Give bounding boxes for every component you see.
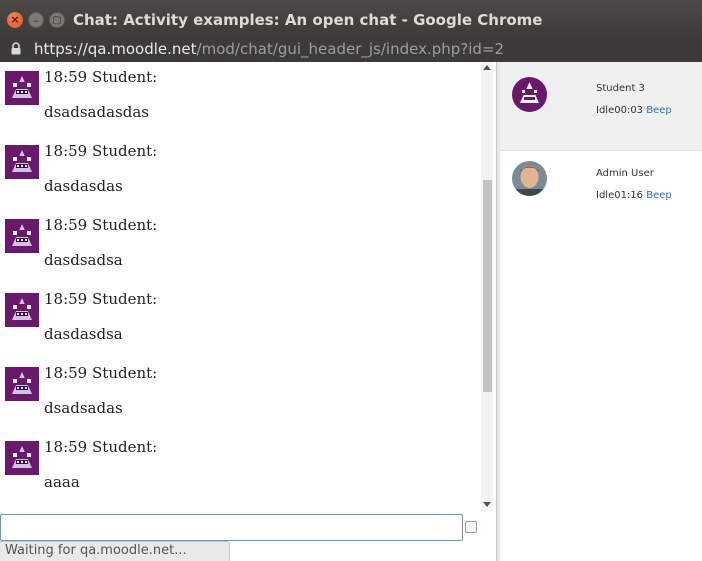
message-header: 18:59 Student:: [44, 142, 157, 160]
message-list: 18:59 Student: dsadsadasdas 18:59 Student:…: [0, 62, 480, 511]
message-text: dasdsadsa: [44, 251, 123, 269]
message-time: 18:59: [44, 438, 88, 456]
user-status: Idle00:03 Beep: [596, 105, 672, 116]
message-text: dsadsadasdas: [44, 103, 149, 121]
lock-icon: [11, 42, 21, 55]
student-avatar: [5, 219, 39, 253]
scroll-down-arrow[interactable]: [483, 502, 491, 507]
chat-message: 18:59 Student: dasdasdas: [5, 142, 475, 219]
chat-message: 18:59 Student: dasdsadsa: [5, 216, 475, 293]
student-avatar: [5, 145, 39, 179]
student-avatar: [5, 293, 39, 327]
message-header: 18:59 Student:: [44, 68, 157, 86]
users-pane: Student 3 Idle00:03 Beep Admin User Idle…: [500, 62, 702, 561]
user-list-item: Admin User Idle01:16 Beep: [500, 151, 702, 236]
chat-message: 18:59 Student: aaaa: [5, 438, 475, 511]
chat-message: 18:59 Student: dsadsadasdas: [5, 68, 475, 145]
message-sender: Student:: [92, 216, 158, 234]
message-time: 18:59: [44, 68, 88, 86]
message-header: 18:59 Student:: [44, 290, 157, 308]
message-header: 18:59 Student:: [44, 216, 157, 234]
url-host: https://qa.moodle.net: [34, 40, 197, 58]
maximize-window-button[interactable]: ▢: [49, 12, 65, 28]
user-avatar: [512, 77, 547, 112]
user-list-item: Student 3 Idle00:03 Beep: [500, 62, 702, 151]
message-text: dsadsadas: [44, 399, 123, 417]
user-avatar: [512, 161, 547, 196]
user-name: Admin User: [596, 168, 654, 179]
close-window-button[interactable]: ×: [7, 12, 23, 28]
chat-message: 18:59 Student: dsadsadas: [5, 364, 475, 441]
message-input[interactable]: [0, 514, 463, 541]
student-avatar: [5, 367, 39, 401]
message-sender: Student:: [92, 290, 158, 308]
message-time: 18:59: [44, 290, 88, 308]
window-titlebar: × – ▢ Chat: Activity examples: An open c…: [0, 0, 702, 38]
message-sender: Student:: [92, 364, 158, 382]
student-avatar: [5, 441, 39, 475]
message-header: 18:59 Student:: [44, 438, 157, 456]
scroll-up-arrow[interactable]: [483, 65, 491, 70]
message-sender: Student:: [92, 68, 158, 86]
beep-link[interactable]: Beep: [646, 105, 672, 116]
scrollbar-thumb[interactable]: [483, 180, 492, 392]
loading-status: Waiting for qa.moodle.net...: [0, 541, 230, 561]
message-sender: Student:: [92, 142, 158, 160]
url-path: /mod/chat/gui_header_js/index.php?id=2: [196, 40, 505, 58]
student-avatar: [5, 71, 39, 105]
message-time: 18:59: [44, 142, 88, 160]
message-text: aaaa: [44, 473, 80, 491]
message-time: 18:59: [44, 216, 88, 234]
user-name: Student 3: [596, 83, 645, 94]
message-text: dasdasdsa: [44, 325, 123, 343]
window-title: Chat: Activity examples: An open chat - …: [73, 11, 543, 29]
chat-pane: 18:59 Student: dsadsadasdas 18:59 Student:…: [0, 62, 496, 561]
address-bar[interactable]: https://qa.moodle.net/mod/chat/gui_heade…: [0, 38, 702, 62]
user-status: Idle01:16 Beep: [596, 190, 672, 201]
message-text: dasdasdas: [44, 177, 123, 195]
message-sender: Student:: [92, 438, 158, 456]
chat-message: 18:59 Student: dasdasdsa: [5, 290, 475, 367]
message-time: 18:59: [44, 364, 88, 382]
message-scrollbar[interactable]: [481, 62, 493, 511]
message-header: 18:59 Student:: [44, 364, 157, 382]
beep-link[interactable]: Beep: [646, 190, 672, 201]
url-text[interactable]: https://qa.moodle.net/mod/chat/gui_heade…: [34, 40, 504, 58]
user-idle-time: Idle00:03: [596, 105, 644, 116]
send-checkbox[interactable]: [465, 521, 477, 533]
minimize-window-button[interactable]: –: [28, 12, 44, 28]
user-idle-time: Idle01:16: [596, 190, 644, 201]
